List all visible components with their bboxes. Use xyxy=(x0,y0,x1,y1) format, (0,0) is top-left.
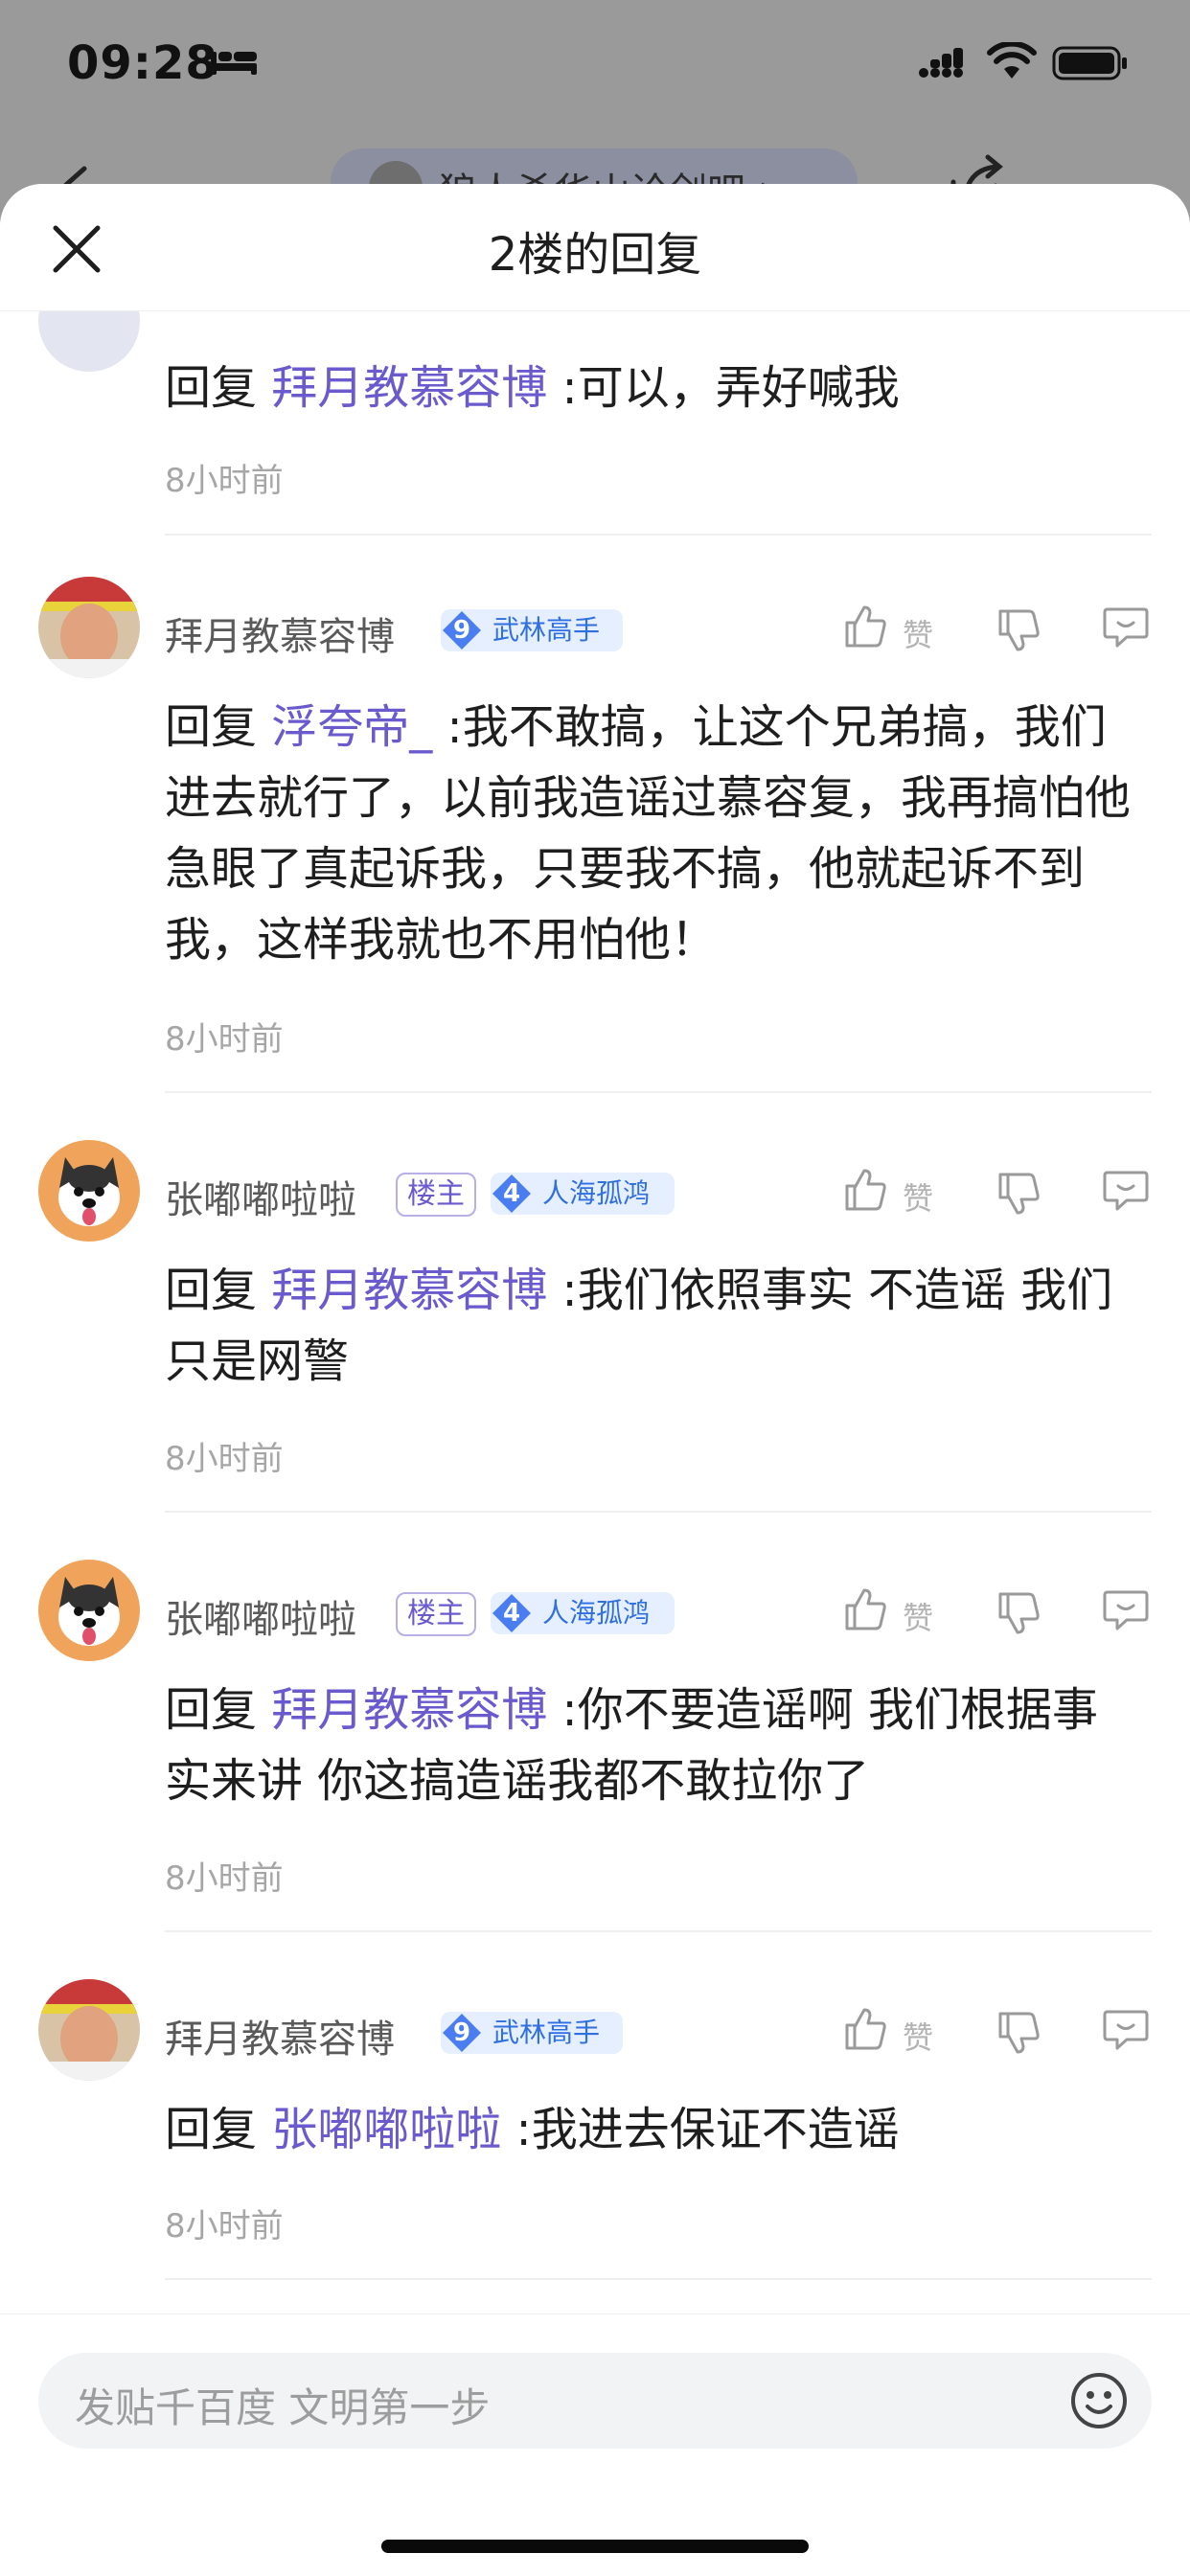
level-badge: 9 武林高手 xyxy=(441,2012,623,2054)
reply-time: 8小时前 xyxy=(165,1859,284,1898)
like-icon[interactable] xyxy=(841,1586,887,1632)
mention-link[interactable]: 拜月教慕容博 xyxy=(271,361,547,415)
level-icon: 4 xyxy=(491,1173,533,1215)
divider xyxy=(165,2278,1152,2280)
level-title: 人海孤鸿 xyxy=(542,1597,651,1629)
like-label[interactable]: 赞 xyxy=(903,2014,933,2058)
level-icon: 9 xyxy=(441,609,483,651)
mention-link[interactable]: 拜月教慕容博 xyxy=(271,1264,547,1317)
dislike-icon[interactable] xyxy=(995,607,1041,653)
divider xyxy=(165,1511,1152,1513)
dislike-icon[interactable] xyxy=(995,2010,1041,2056)
like-icon[interactable] xyxy=(841,1167,887,1213)
level-title: 武林高手 xyxy=(492,614,601,646)
level-title: 武林高手 xyxy=(492,2017,601,2048)
owner-badge: 楼主 xyxy=(396,1173,476,1217)
reply-time: 8小时前 xyxy=(165,462,284,500)
reply-input-bar: 发贴千百度 文明第一步 xyxy=(0,2314,1190,2576)
comment-icon[interactable] xyxy=(1102,2006,1150,2052)
level-badge: 4 人海孤鸿 xyxy=(491,1592,675,1634)
avatar[interactable] xyxy=(38,577,140,678)
owner-badge: 楼主 xyxy=(396,1592,476,1636)
sleep-focus-icon xyxy=(211,52,257,75)
reply-content: 回复 拜月教慕容博 :你不要造谣啊 我们根据事实来讲 你这搞造谣我都不敢拉你了 xyxy=(165,1683,1098,1808)
home-indicator xyxy=(381,2540,809,2553)
level-badge: 9 武林高手 xyxy=(441,609,623,651)
reply-content: 回复 浮夸帝_ :我不敢搞，让这个兄弟搞，我们进去就行了，以前我造谣过慕容复，我… xyxy=(165,700,1132,967)
level-title: 人海孤鸿 xyxy=(542,1177,651,1209)
reply-input-placeholder: 发贴千百度 文明第一步 xyxy=(75,2384,491,2431)
like-label[interactable]: 赞 xyxy=(903,611,933,655)
reply-content: 回复 张嘟嘟啦啦 :我进去保证不造谣 xyxy=(165,2103,900,2156)
status-time: 09:28 xyxy=(67,36,218,90)
comment-icon[interactable] xyxy=(1102,1586,1150,1632)
username[interactable]: 张嘟嘟啦啦 xyxy=(165,1169,356,1224)
reply-content: 回复 拜月教慕容博 :可以，弄好喊我 xyxy=(165,361,900,415)
reply-input[interactable]: 发贴千百度 文明第一步 xyxy=(38,2353,1152,2449)
like-icon[interactable] xyxy=(841,2006,887,2052)
reply-sheet: 2楼的回复 回复 拜月教慕容博 :可以，弄好喊我 8小时前 拜月教慕容博 9 武… xyxy=(0,184,1190,2575)
mention-link[interactable]: 拜月教慕容博 xyxy=(271,1683,547,1737)
username[interactable]: 拜月教慕容博 xyxy=(165,605,395,661)
dislike-icon[interactable] xyxy=(995,1590,1041,1636)
level-badge: 4 人海孤鸿 xyxy=(491,1173,675,1215)
status-bar: 09:28 xyxy=(0,0,1190,129)
avatar[interactable] xyxy=(38,1979,140,2081)
divider xyxy=(165,1091,1152,1093)
username[interactable]: 拜月教慕容博 xyxy=(165,2008,395,2063)
like-label[interactable]: 赞 xyxy=(903,1594,933,1638)
divider xyxy=(165,1930,1152,1932)
mention-link[interactable]: 浮夸帝_ xyxy=(271,700,432,754)
username[interactable]: 张嘟嘟啦啦 xyxy=(165,1588,356,1644)
comment-icon[interactable] xyxy=(1102,1167,1150,1213)
level-icon: 9 xyxy=(441,2012,483,2054)
emoji-icon[interactable] xyxy=(1068,2370,1130,2431)
divider xyxy=(165,534,1152,536)
like-label[interactable]: 赞 xyxy=(903,1174,933,1219)
comment-icon[interactable] xyxy=(1102,604,1150,650)
level-icon: 4 xyxy=(491,1592,533,1634)
wifi-icon xyxy=(987,42,1037,79)
sheet-header: 2楼的回复 xyxy=(0,184,1190,311)
reply-time: 8小时前 xyxy=(165,2207,284,2245)
avatar[interactable] xyxy=(38,1560,140,1661)
sheet-title: 2楼的回复 xyxy=(488,228,702,282)
dislike-icon[interactable] xyxy=(995,1171,1041,1217)
reply-time: 8小时前 xyxy=(165,1440,284,1478)
mention-link[interactable]: 张嘟嘟啦啦 xyxy=(271,2103,501,2156)
reply-time: 8小时前 xyxy=(165,1020,284,1059)
avatar[interactable] xyxy=(38,1140,140,1242)
cellular-signal-icon xyxy=(919,48,963,78)
like-icon[interactable] xyxy=(841,604,887,650)
battery-icon xyxy=(1052,46,1127,80)
reply-content: 回复 拜月教慕容博 :我们依照事实 不造谣 我们只是网警 xyxy=(165,1264,1113,1388)
